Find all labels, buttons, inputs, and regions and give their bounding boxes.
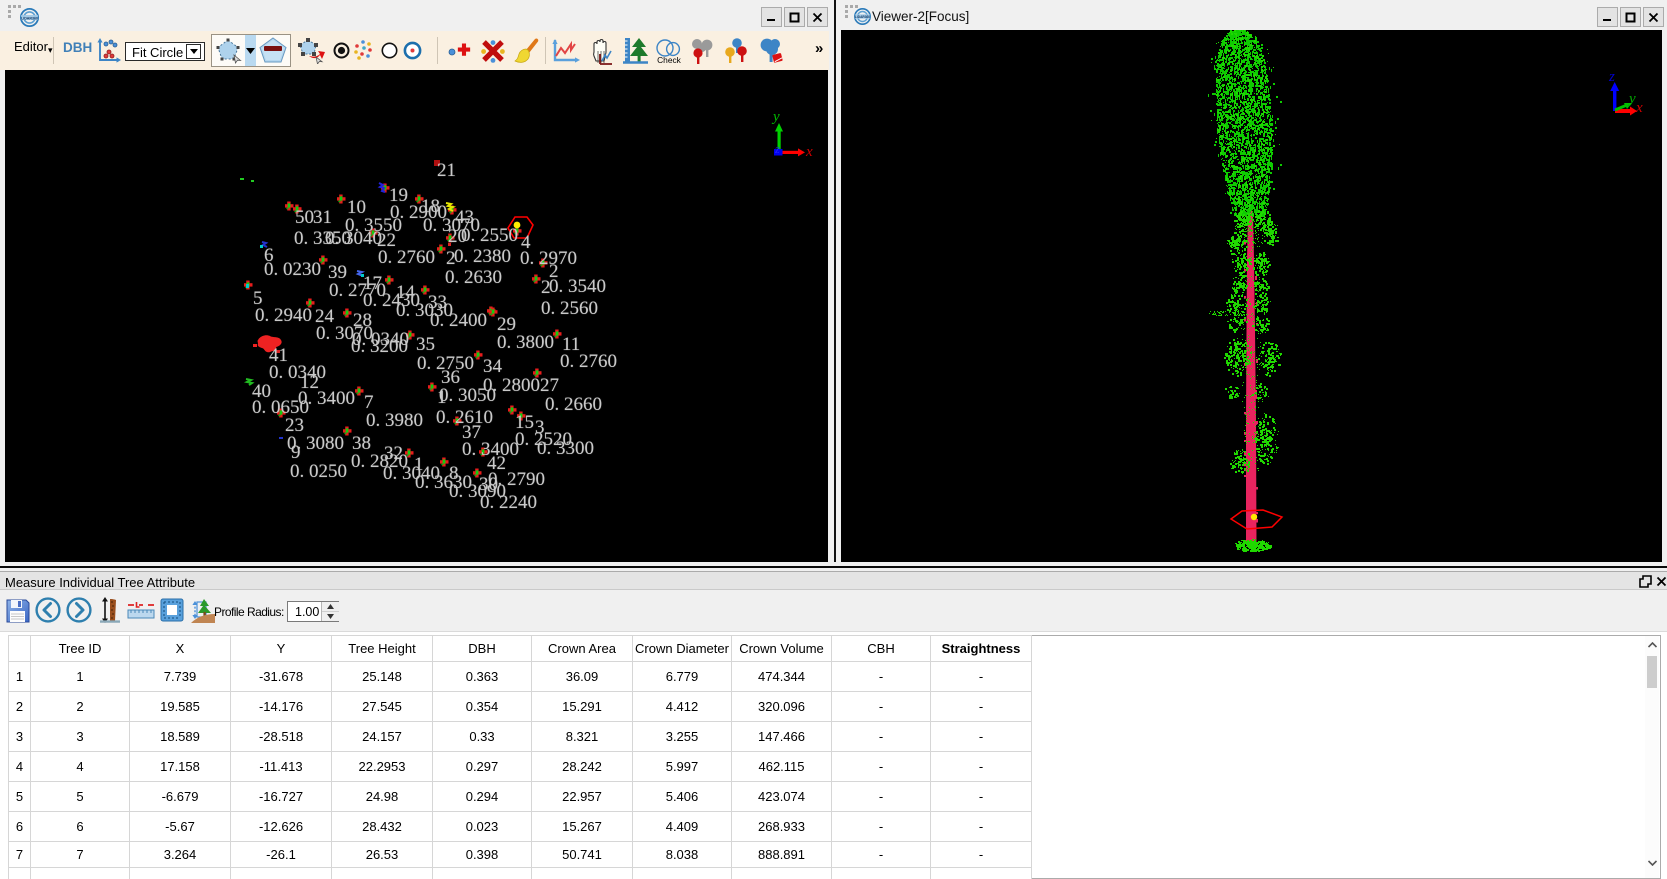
- svg-text:y: y: [771, 109, 780, 125]
- svg-text:LiDAR360: LiDAR360: [21, 16, 38, 20]
- svg-text:y: y: [1627, 91, 1636, 107]
- svg-text:Check: Check: [657, 55, 682, 64]
- svg-text:z: z: [1608, 69, 1615, 85]
- svg-text:LiDAR360: LiDAR360: [855, 15, 870, 19]
- svg-text:x: x: [805, 144, 813, 160]
- svg-text:z: z: [774, 142, 780, 156]
- svg-text:x: x: [1635, 100, 1643, 116]
